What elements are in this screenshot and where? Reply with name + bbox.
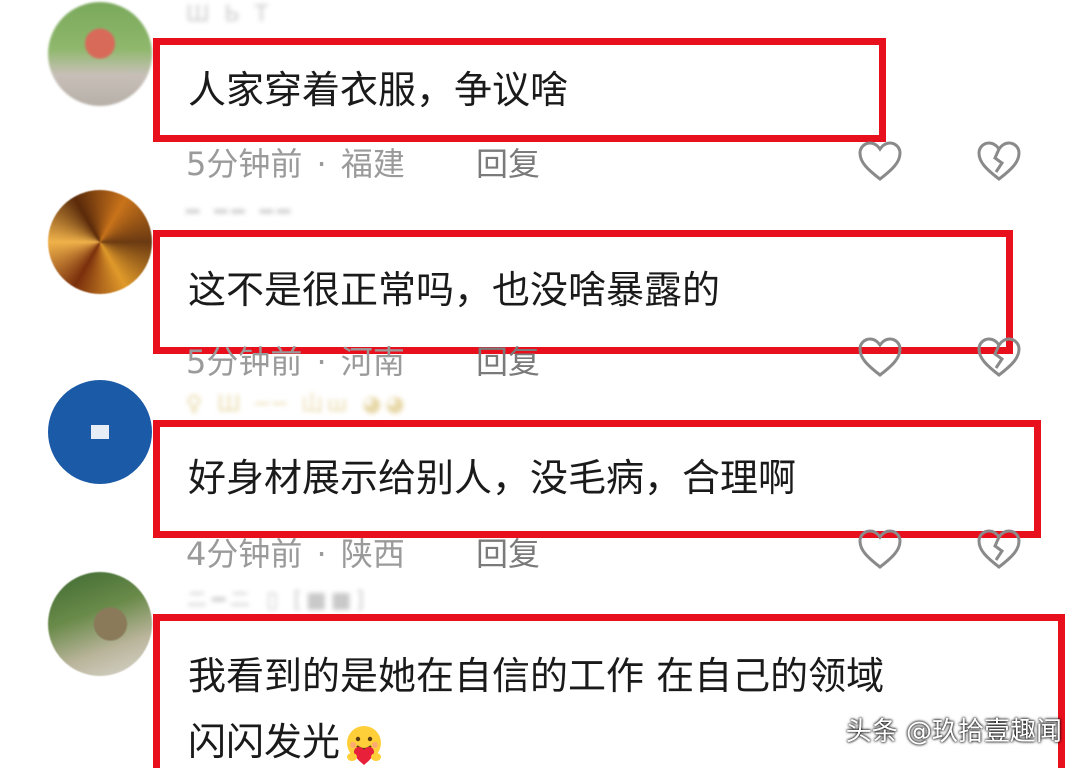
comment-text-line2: 闪闪发光: [188, 713, 386, 768]
comment-text-line1: 我看到的是她在自信的工作 在自己的领域: [188, 654, 885, 698]
username[interactable]: ニ━ニ ▯ [■■]: [186, 590, 368, 612]
comment-item: ニ━ニ ▯ [■■] 我看到的是她在自信的工作 在自己的领域 闪闪发光 头条 @…: [0, 0, 1080, 768]
hugging-face-emoji-icon: [347, 725, 382, 765]
comment-list-screenshot: Ш Ь Т 人家穿着衣服，争议啥 5分钟前 · 福建 回复 ━ ━━ ━━ 这不…: [0, 0, 1080, 768]
comment-text-line2-text: 闪闪发光: [188, 720, 341, 764]
watermark: 头条 @玖拾壹趣闻: [845, 717, 1062, 747]
avatar[interactable]: [48, 572, 152, 676]
